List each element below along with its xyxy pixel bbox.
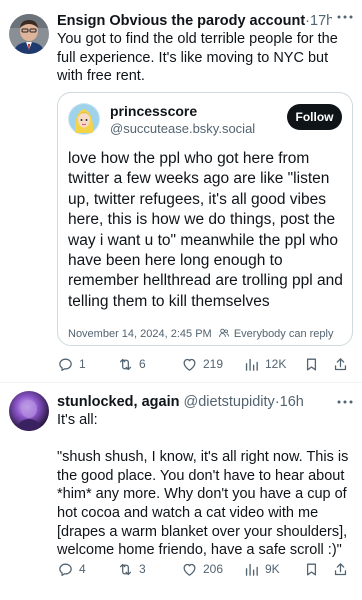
timestamp[interactable]: 17h	[310, 13, 332, 29]
reply-icon	[59, 358, 72, 371]
action-bar: 1 6 219 12K	[57, 354, 357, 374]
repost-icon	[119, 563, 132, 575]
quoted-avatar[interactable]	[68, 103, 100, 135]
timestamp[interactable]: 16h	[280, 394, 304, 410]
tweet-text: You got to find the old terrible people …	[57, 31, 342, 85]
author-name[interactable]: stunlocked, again	[57, 394, 179, 410]
bookmark-icon	[306, 358, 317, 370]
views-icon	[245, 563, 258, 576]
like-icon	[183, 563, 196, 576]
tweet[interactable]: stunlocked, again @dietstupidity·16h It'…	[0, 383, 362, 600]
more-icon[interactable]	[334, 395, 356, 409]
quoted-post-date: November 14, 2024, 2:45 PM	[68, 328, 212, 340]
quoted-author-handle[interactable]: @succutease.bsky.social	[110, 121, 255, 137]
avatar[interactable]	[9, 391, 49, 431]
share-icon	[334, 562, 347, 575]
tweet-header: Ensign Obvious the parody account·17h	[57, 12, 332, 30]
repost-count: 3	[139, 562, 146, 576]
bookmark-button[interactable]	[303, 354, 320, 374]
like-count: 206	[203, 562, 224, 576]
author-handle[interactable]: @dietstupidity	[184, 394, 275, 410]
views-button[interactable]: 9K	[243, 559, 280, 579]
repost-button[interactable]: 3	[117, 559, 146, 579]
view-count: 9K	[265, 562, 280, 576]
views-button[interactable]: 12K	[243, 354, 286, 374]
reply-setting: Everybody can reply	[233, 328, 334, 340]
follow-button[interactable]: Follow	[287, 104, 342, 130]
views-icon	[245, 358, 258, 371]
share-button[interactable]	[332, 354, 349, 374]
tweet[interactable]: Ensign Obvious the parody account·17h Yo…	[0, 0, 362, 382]
quoted-author-name[interactable]: princesscore	[110, 103, 197, 120]
author-name[interactable]: Ensign Obvious the parody account	[57, 13, 305, 29]
like-count: 219	[203, 357, 224, 371]
avatar[interactable]	[9, 14, 49, 54]
people-icon	[218, 328, 229, 338]
repost-count: 6	[139, 357, 146, 371]
reply-icon	[59, 563, 72, 576]
tweet-header: stunlocked, again @dietstupidity·16h	[57, 393, 332, 411]
quoted-post-text: love how the ppl who got here from twitt…	[68, 150, 348, 310]
repost-button[interactable]: 6	[117, 354, 146, 374]
like-button[interactable]: 206	[181, 559, 223, 579]
tweet-text: It's all: "shush shush, I know, it's all…	[57, 412, 349, 559]
share-button[interactable]	[332, 559, 349, 579]
quoted-post-meta: November 14, 2024, 2:45 PM Everybody can…	[68, 328, 334, 341]
quoted-post-card[interactable]: princesscore @succutease.bsky.social Fol…	[57, 92, 353, 346]
repost-icon	[119, 358, 132, 370]
bookmark-icon	[306, 563, 317, 575]
share-icon	[334, 357, 347, 370]
like-button[interactable]: 219	[181, 354, 223, 374]
like-icon	[183, 358, 196, 371]
reply-count: 1	[79, 357, 86, 371]
view-count: 12K	[265, 357, 287, 371]
action-bar: 4 3 206 9K	[57, 559, 357, 579]
more-icon[interactable]	[334, 10, 356, 24]
bookmark-button[interactable]	[303, 559, 320, 579]
reply-count: 4	[79, 562, 86, 576]
reply-button[interactable]: 4	[57, 559, 86, 579]
reply-button[interactable]: 1	[57, 354, 86, 374]
